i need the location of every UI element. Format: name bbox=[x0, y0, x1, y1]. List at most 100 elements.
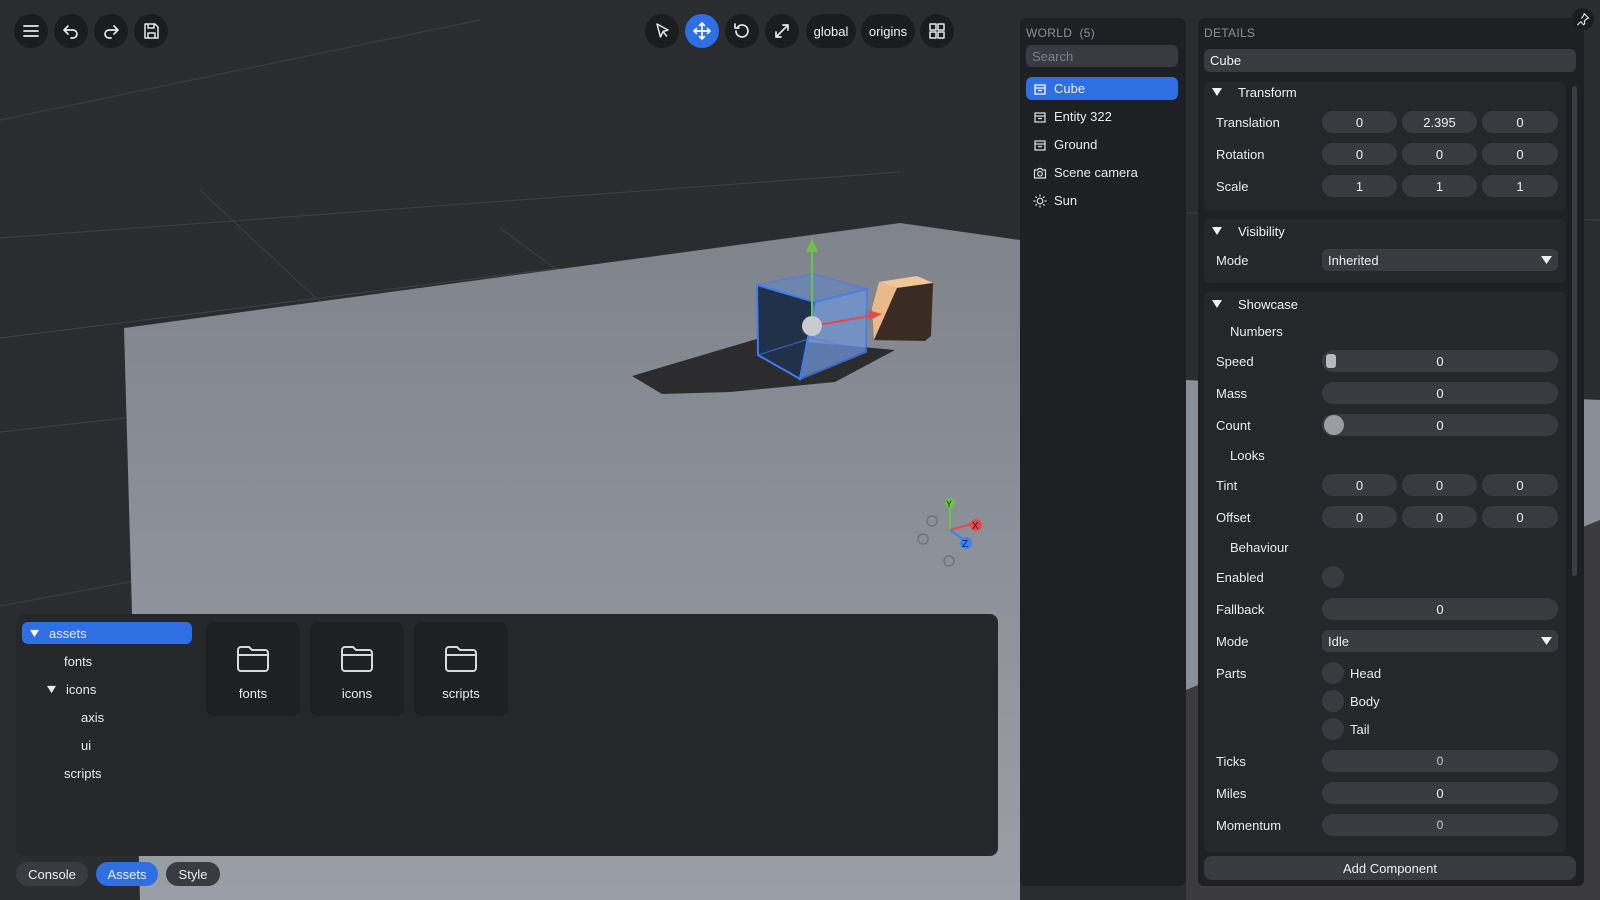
tab-style[interactable]: Style bbox=[166, 862, 220, 886]
add-component-button[interactable]: Add Component bbox=[1204, 856, 1576, 880]
ticks-label: Ticks bbox=[1216, 754, 1246, 769]
part-head-label: Head bbox=[1350, 666, 1382, 681]
pin-icon bbox=[1576, 12, 1590, 26]
folder-icon bbox=[445, 646, 477, 672]
mass-label: Mass bbox=[1216, 386, 1248, 401]
count-label: Count bbox=[1216, 418, 1251, 433]
translation-y-field[interactable]: 2.395 bbox=[1402, 111, 1477, 133]
select-tool-button[interactable] bbox=[645, 14, 679, 48]
scale-x-field[interactable]: 1 bbox=[1322, 175, 1397, 197]
entity-cube[interactable] bbox=[872, 276, 933, 341]
grid-icon bbox=[929, 23, 945, 39]
tree-item-icons[interactable]: icons bbox=[47, 678, 96, 700]
showcase-header[interactable]: Showcase bbox=[1212, 294, 1298, 314]
behaviour-mode-select[interactable]: Idle bbox=[1322, 630, 1558, 652]
folder-card-icons[interactable]: icons bbox=[310, 622, 404, 716]
redo-button[interactable] bbox=[94, 14, 128, 48]
momentum-field[interactable]: 0 bbox=[1322, 814, 1558, 836]
offset-y-field[interactable]: 0 bbox=[1402, 506, 1477, 528]
entity-item-entity-322[interactable]: Entity 322 bbox=[1026, 105, 1178, 128]
save-button[interactable] bbox=[134, 14, 168, 48]
rotation-x-field[interactable]: 0 bbox=[1322, 143, 1397, 165]
fallback-field[interactable]: 0 bbox=[1322, 598, 1558, 620]
part-tail-checkbox[interactable] bbox=[1322, 718, 1344, 740]
translation-x-field[interactable]: 0 bbox=[1322, 111, 1397, 133]
speed-slider[interactable]: 0 bbox=[1322, 350, 1558, 372]
tab-console[interactable]: Console bbox=[16, 862, 88, 886]
part-body-checkbox[interactable] bbox=[1322, 690, 1344, 712]
entity-name-field[interactable] bbox=[1204, 49, 1576, 72]
space-global-toggle[interactable]: global bbox=[806, 14, 856, 48]
miles-label: Miles bbox=[1216, 786, 1247, 801]
entity-item-scene-camera[interactable]: Scene camera bbox=[1026, 161, 1178, 184]
fallback-label: Fallback bbox=[1216, 602, 1265, 617]
tint-label: Tint bbox=[1216, 478, 1238, 493]
tab-assets[interactable]: Assets bbox=[96, 862, 158, 886]
slider-handle[interactable] bbox=[1326, 354, 1336, 368]
entity-item-ground[interactable]: Ground bbox=[1026, 133, 1178, 156]
offset-z-field[interactable]: 0 bbox=[1482, 506, 1558, 528]
miles-field[interactable]: 0 bbox=[1322, 782, 1558, 804]
parts-label: Parts bbox=[1216, 666, 1247, 681]
move-arrows-icon bbox=[693, 22, 711, 40]
numbers-group-label: Numbers bbox=[1230, 324, 1283, 339]
tree-item-fonts[interactable]: fonts bbox=[64, 650, 92, 672]
entity-item-cube[interactable]: Cube bbox=[1026, 77, 1178, 100]
rotation-z-field[interactable]: 0 bbox=[1482, 143, 1558, 165]
slider-handle[interactable] bbox=[1324, 415, 1344, 435]
layout-grid-button[interactable] bbox=[920, 14, 954, 48]
cube-icon bbox=[1032, 137, 1048, 153]
pin-panel-button[interactable] bbox=[1572, 8, 1594, 30]
tint-r-field[interactable]: 0 bbox=[1322, 474, 1397, 496]
count-slider[interactable]: 0 bbox=[1322, 414, 1558, 436]
rotate-icon bbox=[734, 23, 749, 38]
tint-g-field[interactable]: 0 bbox=[1402, 474, 1477, 496]
offset-label: Offset bbox=[1216, 510, 1251, 525]
translation-z-field[interactable]: 0 bbox=[1482, 111, 1558, 133]
enabled-label: Enabled bbox=[1216, 570, 1264, 585]
undo-button[interactable] bbox=[54, 14, 88, 48]
details-panel-title: DETAILS bbox=[1204, 26, 1256, 40]
offset-x-field[interactable]: 0 bbox=[1322, 506, 1397, 528]
redo-icon bbox=[104, 25, 119, 39]
assets-panel: assets fonts icons axis ui scripts fonts… bbox=[16, 614, 998, 856]
scale-y-field[interactable]: 1 bbox=[1402, 175, 1477, 197]
rotation-y-field[interactable]: 0 bbox=[1402, 143, 1477, 165]
hamburger-icon bbox=[23, 25, 39, 37]
folder-card-fonts[interactable]: fonts bbox=[206, 622, 300, 716]
details-panel: DETAILS Transform Translation 0 2.395 0 … bbox=[1198, 18, 1584, 886]
world-search-input[interactable] bbox=[1026, 45, 1178, 67]
translation-label: Translation bbox=[1216, 115, 1280, 130]
triangle-down-icon bbox=[1212, 300, 1222, 308]
tree-item-scripts[interactable]: scripts bbox=[64, 762, 102, 784]
tree-item-ui[interactable]: ui bbox=[81, 734, 91, 756]
visibility-header[interactable]: Visibility bbox=[1212, 221, 1285, 241]
behaviour-group-label: Behaviour bbox=[1230, 540, 1289, 555]
part-head-checkbox[interactable] bbox=[1322, 662, 1344, 684]
transform-header[interactable]: Transform bbox=[1212, 82, 1297, 102]
looks-group-label: Looks bbox=[1230, 448, 1265, 463]
menu-button[interactable] bbox=[14, 14, 48, 48]
gizmo-y-label: Y bbox=[946, 499, 952, 509]
scale-label: Scale bbox=[1216, 179, 1249, 194]
enabled-checkbox[interactable] bbox=[1322, 566, 1344, 588]
tint-b-field[interactable]: 0 bbox=[1482, 474, 1558, 496]
world-panel: WORLD (5) Cube Entity 322 Ground Scene c… bbox=[1020, 18, 1186, 886]
triangle-down-icon bbox=[1212, 88, 1222, 96]
move-tool-button[interactable] bbox=[685, 14, 719, 48]
scale-z-field[interactable]: 1 bbox=[1482, 175, 1558, 197]
ticks-field[interactable]: 0 bbox=[1322, 750, 1558, 772]
pivot-origins-toggle[interactable]: origins bbox=[861, 14, 915, 48]
tree-item-axis[interactable]: axis bbox=[81, 706, 104, 728]
triangle-down-icon bbox=[47, 685, 56, 693]
rotate-tool-button[interactable] bbox=[725, 14, 759, 48]
tree-item-assets[interactable]: assets bbox=[22, 622, 192, 644]
scale-tool-button[interactable] bbox=[765, 14, 799, 48]
visibility-mode-label: Mode bbox=[1216, 253, 1249, 268]
entity-count: (5) bbox=[1079, 26, 1096, 40]
folder-card-scripts[interactable]: scripts bbox=[414, 622, 508, 716]
mass-field[interactable]: 0 bbox=[1322, 382, 1558, 404]
details-scrollbar[interactable] bbox=[1572, 86, 1577, 576]
visibility-mode-select[interactable]: Inherited bbox=[1322, 249, 1558, 271]
entity-item-sun[interactable]: Sun bbox=[1026, 189, 1178, 212]
